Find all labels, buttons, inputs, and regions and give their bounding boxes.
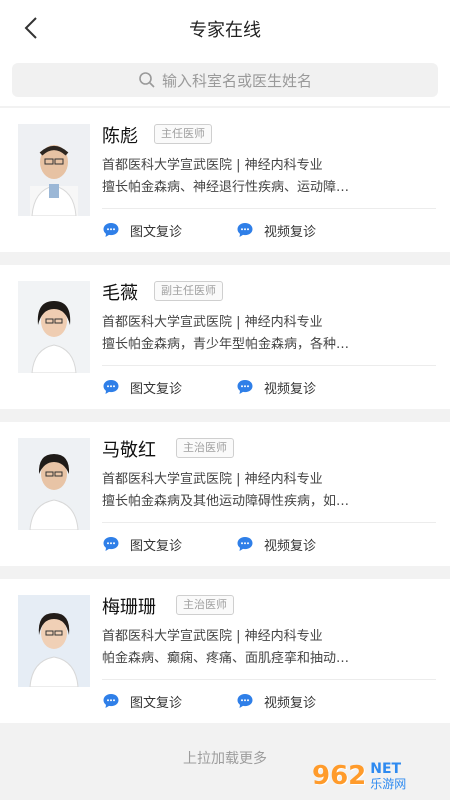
chat-bubble-icon	[103, 223, 119, 237]
doctor-specialty: 擅长帕金森病及其他运动障碍性疾病，如…	[102, 494, 350, 509]
chat-bubble-icon	[103, 380, 119, 394]
doctor-name: 马敬红	[102, 440, 156, 461]
doctor-title-badge: 主治医师	[176, 438, 234, 458]
video-consult-button[interactable]: 视频复诊	[236, 534, 316, 554]
search-placeholder: 输入科室名或医生姓名	[161, 71, 312, 90]
site-watermark: 962 NET 乐游网	[312, 758, 444, 794]
doctor-avatar	[18, 438, 90, 530]
search-icon	[139, 72, 155, 88]
doctor-avatar	[18, 124, 90, 216]
card-divider	[102, 522, 436, 523]
card-divider	[102, 208, 436, 209]
doctor-card[interactable]: 马敬红 主治医师 首都医科大学宣武医院 | 神经内科专业 擅长帕金森病及其他运动…	[0, 422, 450, 566]
video-consult-button[interactable]: 视频复诊	[236, 691, 316, 711]
doctor-hospital: 首都医科大学宣武医院 | 神经内科专业	[102, 629, 323, 644]
doctor-specialty: 帕金森病、癫痫、疼痛、面肌痉挛和抽动…	[102, 651, 350, 666]
doctor-title-badge: 主治医师	[176, 595, 234, 615]
chat-bubble-icon	[103, 694, 119, 708]
watermark-number: 962	[312, 761, 367, 791]
text-consult-label: 图文复诊	[130, 224, 183, 240]
video-consult-button[interactable]: 视频复诊	[236, 220, 316, 240]
doctor-title-badge: 主任医师	[154, 124, 212, 144]
doctor-card[interactable]: 陈彪 主任医师 首都医科大学宣武医院 | 神经内科专业 擅长帕金森病、神经退行性…	[0, 108, 450, 252]
card-divider	[102, 365, 436, 366]
chat-bubble-icon	[237, 380, 253, 394]
doctor-specialty: 擅长帕金森病、神经退行性疾病、运动障…	[102, 180, 350, 195]
card-divider	[102, 679, 436, 680]
doctor-hospital: 首都医科大学宣武医院 | 神经内科专业	[102, 315, 323, 330]
doctor-name: 梅珊珊	[102, 597, 156, 618]
doctor-card[interactable]: 梅珊珊 主治医师 首都医科大学宣武医院 | 神经内科专业 帕金森病、癫痫、疼痛、…	[0, 579, 450, 723]
doctor-card[interactable]: 毛薇 副主任医师 首都医科大学宣武医院 | 神经内科专业 擅长帕金森病，青少年型…	[0, 265, 450, 409]
text-consult-label: 图文复诊	[130, 381, 183, 397]
doctor-title-badge: 副主任医师	[154, 281, 223, 301]
doctor-name: 陈彪	[102, 126, 138, 147]
video-consult-label: 视频复诊	[264, 381, 317, 397]
page-title: 专家在线	[189, 20, 261, 41]
chat-bubble-icon	[237, 694, 253, 708]
chat-bubble-icon	[103, 537, 119, 551]
text-consult-button[interactable]: 图文复诊	[102, 220, 182, 240]
doctor-name: 毛薇	[102, 283, 138, 304]
search-bar-container: 输入科室名或医生姓名	[0, 56, 450, 106]
search-input[interactable]: 输入科室名或医生姓名	[12, 63, 438, 97]
top-bar: 专家在线	[0, 0, 450, 56]
text-consult-label: 图文复诊	[130, 538, 183, 554]
chat-bubble-icon	[237, 537, 253, 551]
watermark-site: 乐游网	[370, 777, 407, 791]
doctor-avatar	[18, 281, 90, 373]
text-consult-button[interactable]: 图文复诊	[102, 377, 182, 397]
text-consult-button[interactable]: 图文复诊	[102, 534, 182, 554]
video-consult-label: 视频复诊	[264, 538, 317, 554]
doctor-avatar	[18, 595, 90, 687]
text-consult-label: 图文复诊	[130, 695, 183, 711]
video-consult-label: 视频复诊	[264, 695, 317, 711]
watermark-brand: NET	[370, 761, 402, 777]
doctor-hospital: 首都医科大学宣武医院 | 神经内科专业	[102, 472, 323, 487]
text-consult-button[interactable]: 图文复诊	[102, 691, 182, 711]
video-consult-button[interactable]: 视频复诊	[236, 377, 316, 397]
video-consult-label: 视频复诊	[264, 224, 317, 240]
doctor-hospital: 首都医科大学宣武医院 | 神经内科专业	[102, 158, 323, 173]
chat-bubble-icon	[237, 223, 253, 237]
doctor-specialty: 擅长帕金森病，青少年型帕金森病，各种…	[102, 337, 350, 352]
